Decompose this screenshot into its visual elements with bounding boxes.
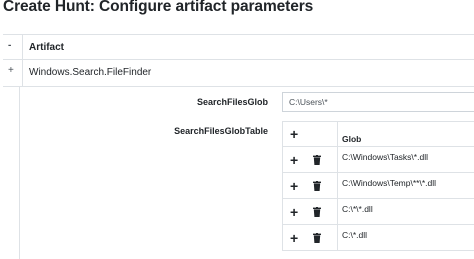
column-divider	[22, 35, 23, 59]
trash-icon[interactable]	[313, 181, 321, 191]
glob-value[interactable]: C:\Windows\Temp\**\*.dll	[342, 178, 436, 188]
trash-icon[interactable]	[313, 155, 321, 165]
search-files-glob-input[interactable]	[282, 92, 474, 112]
glob-table-row: + C:\Windows\Temp\**\*.dll	[282, 173, 474, 199]
artifact-table-header: - Artifact	[3, 34, 474, 60]
collapse-all-toggle[interactable]: -	[8, 40, 11, 51]
glob-value[interactable]: C:\Windows\Tasks\*.dll	[342, 152, 428, 162]
add-row-plus-icon[interactable]: +	[290, 127, 298, 141]
insert-row-plus-icon[interactable]: +	[290, 205, 298, 219]
glob-value[interactable]: C:\*\*.dll	[342, 204, 373, 214]
glob-table-row: + C:\Windows\Tasks\*.dll	[282, 147, 474, 173]
artifact-row[interactable]: + Windows.Search.FileFinder	[3, 60, 474, 87]
glob-column-header: Glob	[342, 134, 362, 144]
trash-icon[interactable]	[313, 233, 321, 243]
insert-row-plus-icon[interactable]: +	[290, 231, 298, 245]
glob-table-row: + C:\*.dll	[282, 225, 474, 251]
search-files-glob-table-label: SearchFilesGlobTable	[174, 126, 268, 136]
insert-row-plus-icon[interactable]: +	[290, 179, 298, 193]
search-files-glob-label: SearchFilesGlob	[196, 97, 268, 107]
column-divider	[22, 60, 23, 86]
trash-icon[interactable]	[313, 207, 321, 217]
expand-row-toggle[interactable]: +	[8, 65, 14, 76]
page-title: Create Hunt: Configure artifact paramete…	[3, 0, 314, 15]
glob-value[interactable]: C:\*.dll	[342, 230, 367, 240]
artifact-name: Windows.Search.FileFinder	[29, 67, 152, 78]
glob-column-divider	[337, 121, 338, 251]
glob-table-header: + Glob	[282, 121, 474, 147]
glob-table: + Glob + C:\Windows\Tasks\*.dll + C:\Win…	[282, 121, 474, 251]
insert-row-plus-icon[interactable]: +	[290, 153, 298, 167]
artifact-column-header: Artifact	[29, 42, 65, 53]
glob-table-row: + C:\*\*.dll	[282, 199, 474, 225]
